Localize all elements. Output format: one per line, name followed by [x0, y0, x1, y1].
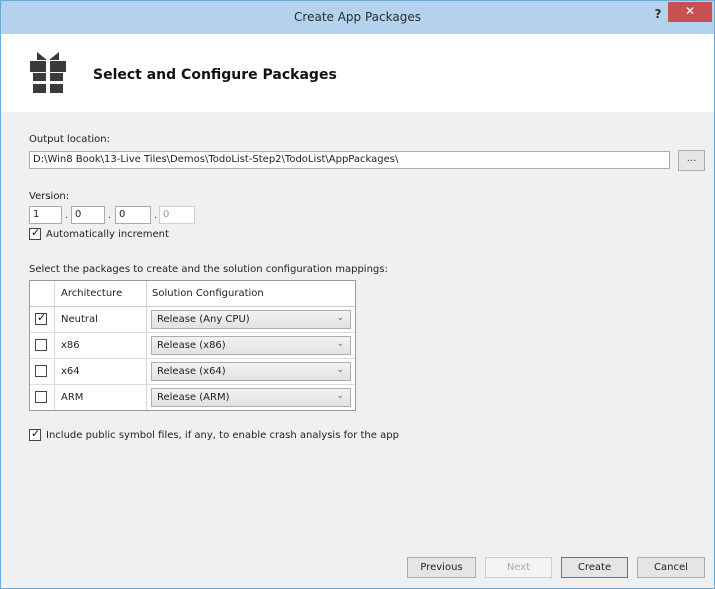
auto-increment-checkbox[interactable]: ✓ [29, 226, 41, 240]
help-button[interactable]: ? [648, 6, 668, 24]
row-select-cell [30, 333, 55, 358]
title-bar[interactable]: Create App Packages ? ✕ [1, 1, 714, 34]
close-button[interactable]: ✕ [668, 2, 712, 22]
row-select-cell: ✓ [30, 307, 55, 332]
page-title: Select and Configure Packages [93, 67, 337, 83]
version-separator: . [154, 210, 158, 221]
output-location-input[interactable]: D:\Win8 Book\13-Live Tiles\Demos\TodoLis… [29, 151, 670, 169]
create-button[interactable]: Create [561, 557, 628, 578]
configuration-value: Release (Any CPU) [157, 314, 250, 325]
architecture-cell: x86 [55, 333, 147, 358]
previous-button[interactable]: Previous [407, 557, 476, 578]
configuration-dropdown[interactable]: Release (x64) ⌄ [151, 362, 351, 381]
include-symbols-checkbox[interactable]: ✓ [29, 427, 41, 441]
browse-button[interactable]: ... [678, 150, 705, 171]
version-revision-input: 0 [159, 206, 195, 224]
configuration-dropdown[interactable]: Release (x86) ⌄ [151, 336, 351, 355]
next-button[interactable]: Next [485, 557, 552, 578]
version-label: Version: [29, 191, 70, 202]
configuration-value: Release (ARM) [157, 392, 230, 403]
version-major-input[interactable]: 1 [29, 206, 62, 224]
row-select-cell [30, 359, 55, 384]
dialog-header: Select and Configure Packages [1, 34, 714, 112]
packages-grid: Architecture Solution Configuration ✓ Ne… [29, 280, 356, 411]
checkmark-icon: ✓ [31, 427, 41, 440]
create-app-packages-dialog: Create App Packages ? ✕ Select and Confi… [0, 0, 715, 589]
cancel-button[interactable]: Cancel [637, 557, 705, 578]
table-row[interactable]: ✓ Neutral Release (Any CPU) ⌄ [30, 307, 355, 333]
version-separator: . [108, 210, 112, 221]
window-title: Create App Packages [294, 10, 421, 24]
auto-increment-label: Automatically increment [46, 229, 169, 240]
package-x64-checkbox[interactable] [35, 365, 47, 377]
checkmark-icon: ✓ [31, 226, 41, 239]
checkmark-icon: ✓ [37, 311, 47, 324]
table-row[interactable]: x64 Release (x64) ⌄ [30, 359, 355, 385]
package-arm-checkbox[interactable] [35, 391, 47, 403]
architecture-column-header: Architecture [55, 281, 147, 307]
architecture-cell: Neutral [55, 307, 147, 332]
chevron-down-icon: ⌄ [336, 391, 344, 401]
package-x86-checkbox[interactable] [35, 339, 47, 351]
architecture-cell: x64 [55, 359, 147, 384]
table-row[interactable]: ARM Release (ARM) ⌄ [30, 385, 355, 411]
architecture-cell: ARM [55, 385, 147, 410]
chevron-down-icon: ⌄ [336, 365, 344, 375]
version-build-input[interactable]: 0 [115, 206, 151, 224]
output-location-label: Output location: [29, 134, 110, 145]
table-row[interactable]: x86 Release (x86) ⌄ [30, 333, 355, 359]
configuration-dropdown[interactable]: Release (Any CPU) ⌄ [151, 310, 351, 329]
row-select-cell [30, 385, 55, 410]
package-neutral-checkbox[interactable]: ✓ [35, 311, 47, 325]
include-symbols-label: Include public symbol files, if any, to … [46, 430, 399, 441]
chevron-down-icon: ⌄ [336, 313, 344, 323]
packages-label: Select the packages to create and the so… [29, 264, 388, 275]
configuration-column-header: Solution Configuration [152, 288, 264, 299]
configuration-dropdown[interactable]: Release (ARM) ⌄ [151, 388, 351, 407]
grid-header-select [30, 281, 55, 307]
version-separator: . [65, 210, 69, 221]
configuration-value: Release (x86) [157, 340, 226, 351]
chevron-down-icon: ⌄ [336, 339, 344, 349]
version-minor-input[interactable]: 0 [71, 206, 105, 224]
configuration-value: Release (x64) [157, 366, 226, 377]
grid-header: Architecture Solution Configuration [30, 281, 355, 307]
gift-package-icon [30, 52, 66, 93]
